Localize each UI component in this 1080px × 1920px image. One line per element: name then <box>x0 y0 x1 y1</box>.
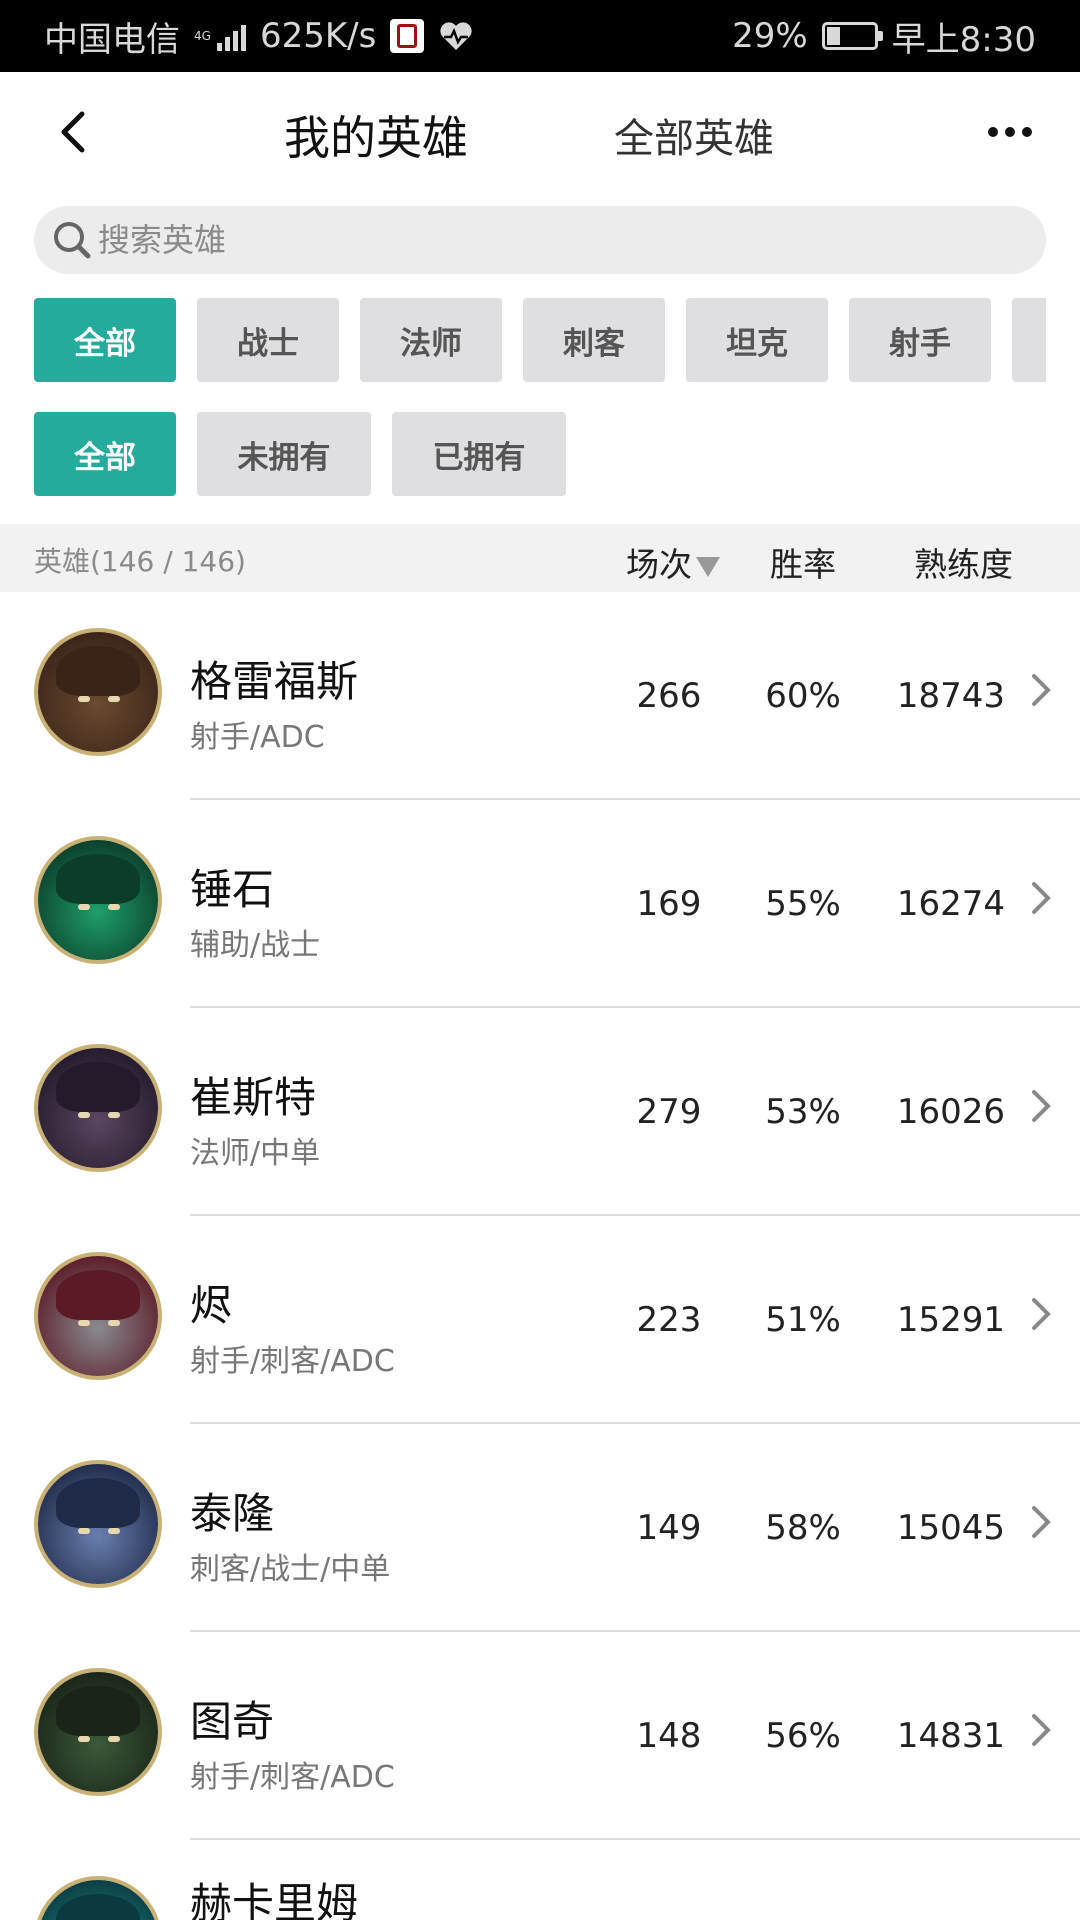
back-arrow-icon[interactable] <box>52 110 96 154</box>
nav-bar: 我的英雄 全部英雄 <box>0 72 1080 192</box>
hero-roles: 法师/中单 <box>190 1136 321 1171</box>
hero-games: 266 <box>636 676 702 716</box>
hero-games: 279 <box>636 1092 702 1132</box>
signal-icon: 4G <box>194 21 246 51</box>
hero-row[interactable]: 图奇 射手/刺客/ADC 148 56% 14831 <box>0 1632 1080 1840</box>
hero-avatar <box>34 1044 162 1172</box>
hero-name: 崔斯特 <box>190 1073 317 1122</box>
hero-roles: 刺客/战士/中单 <box>190 1552 391 1587</box>
role-filter-fighter[interactable]: 战士 <box>197 298 339 382</box>
hero-avatar <box>34 836 162 964</box>
heart-rate-icon <box>440 22 472 50</box>
hero-win-rate: 53% <box>765 1092 841 1132</box>
app-notification-icon <box>390 19 425 53</box>
hero-proficiency: 14831 <box>896 1716 1006 1756</box>
hero-games: 149 <box>636 1508 702 1548</box>
hero-row[interactable]: 崔斯特 法师/中单 279 53% 16026 <box>0 1008 1080 1216</box>
games-column-label: 场次 <box>626 545 692 584</box>
hero-win-rate: 55% <box>765 884 841 924</box>
table-header: 英雄(146 / 146) 场次 胜率 熟练度 <box>0 524 1080 592</box>
network-type: 4G <box>194 29 211 43</box>
own-filter-all[interactable]: 全部 <box>34 412 176 496</box>
role-filter-mage[interactable]: 法师 <box>360 298 502 382</box>
role-filter-marksman[interactable]: 射手 <box>849 298 991 382</box>
chevron-right-icon <box>1032 1090 1051 1122</box>
network-speed: 625K/s <box>259 16 377 56</box>
hero-row[interactable]: 锤石 辅助/战士 169 55% 16274 <box>0 800 1080 1008</box>
hero-avatar <box>34 1668 162 1796</box>
chevron-right-icon <box>1032 882 1051 914</box>
chevron-right-icon <box>1032 1506 1051 1538</box>
hero-name: 赫卡里姆 <box>190 1879 359 1920</box>
hero-games: 169 <box>636 884 702 924</box>
hero-games: 223 <box>636 1300 702 1340</box>
hero-list: 格雷福斯 射手/ADC 266 60% 18743 锤石 辅助/战士 169 5… <box>0 592 1080 1920</box>
hero-roles: 辅助/战士 <box>190 928 321 963</box>
hero-win-rate: 60% <box>765 676 841 716</box>
hero-proficiency: 15291 <box>896 1300 1006 1340</box>
sort-by-games[interactable]: 场次 <box>626 538 720 586</box>
hero-name: 锤石 <box>190 865 275 914</box>
chevron-right-icon <box>1032 1714 1051 1746</box>
search-bar <box>34 206 1046 274</box>
role-filter-assassin[interactable]: 刺客 <box>523 298 665 382</box>
chevron-right-icon <box>1032 674 1051 706</box>
hero-roles: 射手/刺客/ADC <box>190 1760 395 1795</box>
role-filter-tank[interactable]: 坦克 <box>686 298 828 382</box>
hero-win-rate: 51% <box>765 1300 841 1340</box>
hero-row[interactable]: 赫卡里姆 <box>0 1840 1080 1920</box>
tab-my-heroes[interactable]: 我的英雄 <box>284 102 468 168</box>
sort-descending-icon <box>696 556 720 577</box>
hero-proficiency: 18743 <box>896 676 1006 716</box>
hero-win-rate: 56% <box>765 1716 841 1756</box>
hero-proficiency: 16026 <box>896 1092 1006 1132</box>
carrier-name: 中国电信 <box>44 19 180 60</box>
hero-row[interactable]: 泰隆 刺客/战士/中单 149 58% 15045 <box>0 1424 1080 1632</box>
hero-proficiency: 15045 <box>896 1508 1006 1548</box>
role-filter-bar: 全部 战士 法师 刺客 坦克 射手 辅助 <box>34 298 1046 384</box>
hero-name: 烬 <box>190 1281 233 1330</box>
chevron-right-icon <box>1032 1298 1051 1330</box>
hero-avatar <box>34 1252 162 1380</box>
hero-count: 英雄(146 / 146) <box>34 545 246 578</box>
hero-avatar <box>34 1460 162 1588</box>
hero-games: 148 <box>636 1716 702 1756</box>
search-input[interactable] <box>98 206 998 274</box>
hero-proficiency: 16274 <box>896 884 1006 924</box>
battery-icon <box>821 22 883 50</box>
search-icon <box>54 222 91 259</box>
own-filter-not-owned[interactable]: 未拥有 <box>197 412 371 496</box>
hero-row[interactable]: 烬 射手/刺客/ADC 223 51% 15291 <box>0 1216 1080 1424</box>
battery-percent: 29% <box>732 16 808 56</box>
role-filter-all[interactable]: 全部 <box>34 298 176 382</box>
hero-roles: 射手/刺客/ADC <box>190 1344 395 1379</box>
hero-name: 格雷福斯 <box>190 657 359 706</box>
role-filter-support[interactable]: 辅助 <box>1012 298 1046 382</box>
hero-win-rate: 58% <box>765 1508 841 1548</box>
hero-name: 图奇 <box>190 1697 275 1746</box>
clock: 早上8:30 <box>891 19 1036 60</box>
more-options-icon[interactable] <box>988 122 1032 142</box>
sort-by-proficiency[interactable]: 熟练度 <box>914 538 1013 586</box>
own-filter-owned[interactable]: 已拥有 <box>392 412 566 496</box>
hero-row[interactable]: 格雷福斯 射手/ADC 266 60% 18743 <box>0 592 1080 800</box>
tab-all-heroes[interactable]: 全部英雄 <box>614 106 774 164</box>
ownership-filter-bar: 全部 未拥有 已拥有 <box>34 412 1046 498</box>
hero-avatar <box>34 1876 162 1920</box>
hero-roles: 射手/ADC <box>190 720 325 755</box>
status-bar: 中国电信 4G 625K/s 29% 早上8:30 <box>0 0 1080 72</box>
sort-by-win-rate[interactable]: 胜率 <box>770 538 836 586</box>
hero-name: 泰隆 <box>190 1489 275 1538</box>
hero-avatar <box>34 628 162 756</box>
